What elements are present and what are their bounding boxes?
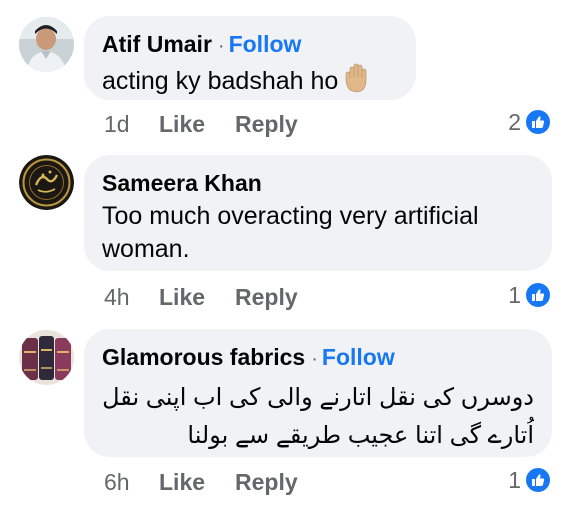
avatar[interactable] <box>19 330 74 385</box>
separator-dot: · <box>311 348 318 370</box>
comment-actions: 4h Like Reply <box>104 283 298 311</box>
avatar[interactable] <box>19 17 74 72</box>
like-button[interactable]: Like <box>159 283 235 311</box>
comment-text: دوسرں کی نقل اتارنے والی کی اب اپنی نقل … <box>102 384 534 449</box>
reaction-count: 1 <box>508 282 521 308</box>
timestamp[interactable]: 6h <box>104 468 159 496</box>
comment-bubble: Atif Umair · Follow acting ky badshah ho <box>84 16 416 100</box>
follow-button[interactable]: Follow <box>229 31 302 57</box>
separator-dot: · <box>217 35 225 57</box>
thumbs-up-icon <box>524 466 552 494</box>
comment-bubble: Glamorous fabrics · Follow دوسرں کی نقل ات… <box>84 329 552 457</box>
comment-text: acting ky badshah ho <box>102 63 398 102</box>
reply-button[interactable]: Reply <box>235 283 298 311</box>
reaction-count: 1 <box>508 467 521 493</box>
comment-text-content: acting ky badshah ho <box>102 67 339 96</box>
reaction-summary[interactable]: 2 <box>508 108 552 136</box>
timestamp[interactable]: 4h <box>104 283 159 311</box>
author-name[interactable]: Sameera Khan <box>102 170 262 196</box>
reaction-summary[interactable]: 1 <box>508 281 552 309</box>
timestamp[interactable]: 1d <box>104 110 159 138</box>
like-button[interactable]: Like <box>159 110 235 138</box>
reply-button[interactable]: Reply <box>235 468 298 496</box>
reaction-summary[interactable]: 1 <box>508 466 552 494</box>
thumbs-up-icon <box>524 108 552 136</box>
reaction-count: 2 <box>508 109 521 135</box>
like-button[interactable]: Like <box>159 468 235 496</box>
reply-button[interactable]: Reply <box>235 110 298 138</box>
avatar[interactable] <box>19 155 74 210</box>
author-name[interactable]: Glamorous fabrics <box>102 344 305 370</box>
comment-actions: 6h Like Reply <box>104 468 298 496</box>
raised-hand-icon <box>342 63 372 102</box>
comment-actions: 1d Like Reply <box>104 110 298 138</box>
comment-text: Too much overacting very artificial woma… <box>102 202 479 263</box>
author-name[interactable]: Atif Umair <box>102 31 212 57</box>
thumbs-up-icon <box>524 281 552 309</box>
follow-button[interactable]: Follow <box>322 344 395 370</box>
comment-bubble: Sameera Khan Too much overacting very ar… <box>84 155 552 271</box>
